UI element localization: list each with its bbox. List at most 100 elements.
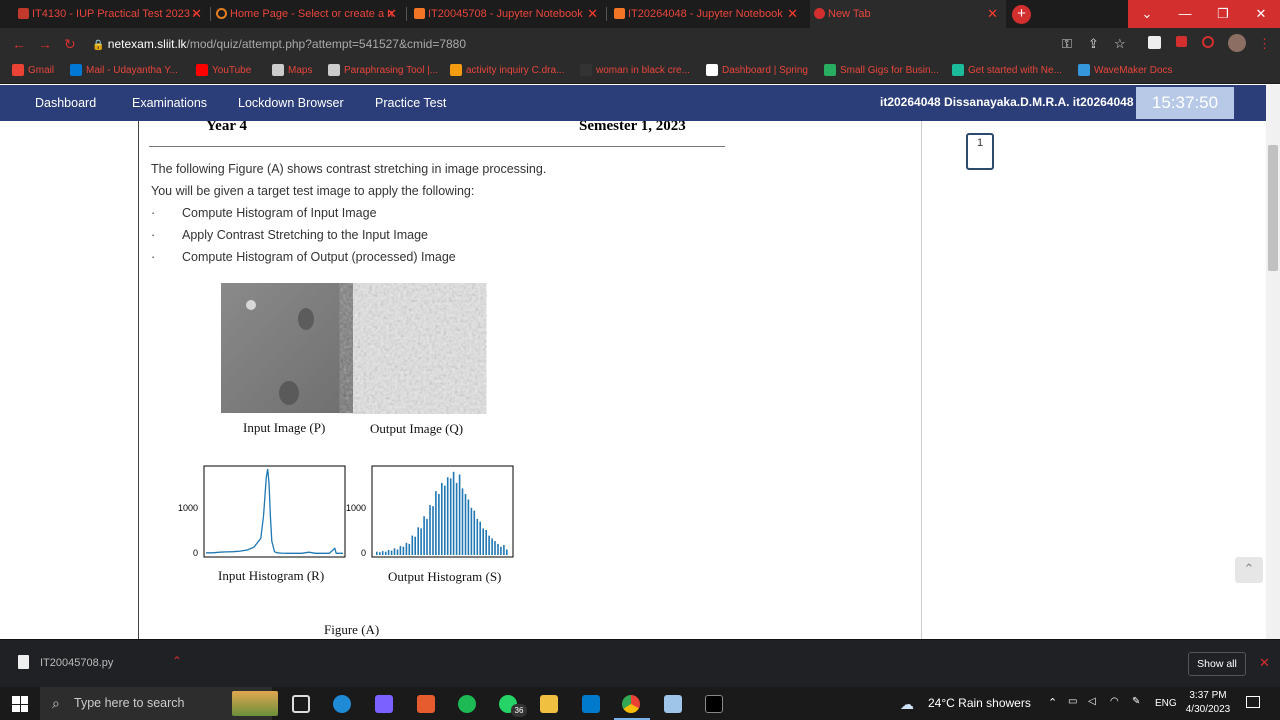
semester-header: Semester 1, 2023 bbox=[579, 121, 686, 134]
app-icon[interactable] bbox=[375, 695, 393, 713]
profile-avatar[interactable] bbox=[1228, 34, 1246, 52]
nav-lockdown-browser[interactable]: Lockdown Browser bbox=[238, 85, 344, 121]
output-histogram-bar bbox=[438, 494, 440, 555]
user-name[interactable]: it20264048 Dissanayaka.D.M.R.A. it202640… bbox=[880, 85, 1134, 121]
chrome-icon[interactable] bbox=[622, 695, 640, 713]
back-icon[interactable]: ← bbox=[12, 36, 26, 52]
download-filename[interactable]: IT20045708.py bbox=[40, 657, 113, 669]
list-item: · Apply Contrast Stretching to the Input … bbox=[151, 228, 428, 242]
bookmark-gmail[interactable]: Gmail bbox=[12, 64, 54, 76]
figma-icon[interactable] bbox=[417, 695, 435, 713]
speaker-icon[interactable]: ◁ bbox=[1088, 696, 1096, 707]
url-field[interactable]: 🔒 netexam.sliit.lk/mod/quiz/attempt.php?… bbox=[92, 33, 1052, 55]
scroll-top-button[interactable]: ⌃ bbox=[1235, 557, 1263, 583]
gmail-icon bbox=[12, 64, 24, 76]
bookmark-wavemaker[interactable]: WaveMaker Docs bbox=[1078, 64, 1173, 76]
output-histogram-bar bbox=[488, 535, 490, 555]
notepad-icon[interactable] bbox=[664, 695, 682, 713]
output-histogram-bar bbox=[426, 518, 428, 555]
forward-icon[interactable]: → bbox=[38, 36, 52, 52]
reload-icon[interactable]: ↻ bbox=[64, 36, 76, 53]
close-tab-icon[interactable]: ✕ bbox=[787, 6, 798, 22]
output-histogram-bar bbox=[491, 538, 493, 555]
bookmark-youtube[interactable]: YouTube bbox=[196, 64, 251, 76]
battery-icon[interactable]: ▭ bbox=[1068, 696, 1077, 707]
close-tab-icon[interactable]: ✕ bbox=[587, 6, 598, 22]
key-icon[interactable]: ⚿ bbox=[1062, 36, 1072, 52]
quill-icon bbox=[328, 64, 340, 76]
clock-time: 3:37 PM bbox=[1189, 690, 1227, 701]
bookmark-gigs[interactable]: Small Gigs for Busin... bbox=[824, 64, 939, 76]
nav-examinations[interactable]: Examinations bbox=[132, 85, 207, 121]
menu-icon[interactable]: ⋮ bbox=[1258, 36, 1271, 52]
pen-icon[interactable]: ✎ bbox=[1132, 696, 1140, 707]
extension-icon[interactable] bbox=[1176, 36, 1187, 47]
output-histogram-bar bbox=[470, 507, 473, 555]
bookmark-get-started[interactable]: Get started with Ne... bbox=[952, 64, 1062, 76]
chevron-up-icon[interactable]: ⌃ bbox=[172, 654, 182, 668]
wifi-icon[interactable]: ◠ bbox=[1110, 696, 1119, 707]
quiz-timer: 15:37:50 bbox=[1136, 87, 1234, 119]
close-tab-icon[interactable]: ✕ bbox=[386, 6, 397, 22]
terminal-icon[interactable] bbox=[705, 695, 723, 713]
file-explorer-icon[interactable] bbox=[540, 695, 558, 713]
edge-icon[interactable] bbox=[333, 695, 351, 713]
scrollbar-thumb[interactable] bbox=[1268, 145, 1278, 271]
bookmark-spring[interactable]: Dashboard | Spring bbox=[706, 64, 808, 76]
bookmark-mail[interactable]: Mail - Udayantha Y... bbox=[70, 64, 178, 76]
tab-separator bbox=[210, 7, 211, 21]
tab-home-page[interactable]: Home Page - Select or create a n ✕ bbox=[212, 0, 405, 28]
tab-new-tab[interactable]: New Tab ✕ bbox=[810, 0, 1006, 28]
output-histogram-bar bbox=[503, 545, 505, 555]
spotify-icon[interactable] bbox=[458, 695, 476, 713]
bookmark-star-icon[interactable]: ☆ bbox=[1114, 36, 1126, 52]
minimize-icon[interactable]: — bbox=[1166, 0, 1204, 28]
maximize-icon[interactable]: ❐ bbox=[1204, 0, 1242, 28]
close-icon[interactable]: ✕ bbox=[1259, 655, 1270, 671]
share-icon[interactable]: ⇪ bbox=[1088, 36, 1099, 52]
taskbar-clock[interactable]: 3:37 PM 4/30/2023 bbox=[1182, 689, 1234, 717]
language-indicator[interactable]: ENG bbox=[1155, 687, 1177, 720]
windows-start-icon[interactable] bbox=[12, 696, 28, 712]
nav-dashboard[interactable]: Dashboard bbox=[35, 85, 96, 121]
search-icon: ⌕ bbox=[52, 695, 60, 711]
tab-search-icon[interactable]: ⌄ bbox=[1128, 0, 1166, 28]
extension-icon[interactable] bbox=[1148, 36, 1161, 49]
chevron-up-icon[interactable]: ⌃ bbox=[1048, 696, 1057, 709]
weather-status[interactable]: 24°C Rain showers bbox=[928, 687, 1031, 720]
caption-input-histogram: Input Histogram (R) bbox=[218, 568, 325, 583]
vscode-icon[interactable] bbox=[582, 695, 600, 713]
bookmark-paraphrasing[interactable]: Paraphrasing Tool |... bbox=[328, 64, 438, 76]
list-item: · Compute Histogram of Output (processed)… bbox=[151, 250, 456, 264]
output-histogram-bar bbox=[467, 499, 470, 555]
bookmark-activity[interactable]: activity inquiry C.dra... bbox=[450, 64, 564, 76]
close-tab-icon[interactable]: ✕ bbox=[191, 6, 202, 22]
output-histogram-bar bbox=[417, 527, 419, 555]
tab-separator bbox=[406, 7, 407, 21]
output-histogram-bar bbox=[384, 551, 387, 555]
output-histogram-bar bbox=[485, 530, 487, 555]
news-widget-icon[interactable] bbox=[232, 691, 278, 716]
show-all-button[interactable]: Show all bbox=[1188, 652, 1246, 676]
list-item: · Compute Histogram of Input Image bbox=[151, 206, 377, 220]
close-window-icon[interactable]: ✕ bbox=[1242, 0, 1280, 28]
tab-jupyter-1[interactable]: IT20045708 - Jupyter Notebook ✕ bbox=[410, 0, 606, 28]
extension-icon[interactable] bbox=[1202, 36, 1214, 48]
bookmark-woman[interactable]: woman in black cre... bbox=[580, 64, 690, 76]
tab-jupyter-2[interactable]: IT20264048 - Jupyter Notebook ✕ bbox=[610, 0, 806, 28]
tab-iup-practical[interactable]: IT4130 - IUP Practical Test 2023 - ✕ bbox=[14, 0, 210, 28]
moodle-tab-icon bbox=[18, 8, 29, 19]
activity-icon bbox=[450, 64, 462, 76]
nav-practice-test[interactable]: Practice Test bbox=[375, 85, 446, 121]
header-rule bbox=[149, 146, 725, 147]
notifications-icon[interactable] bbox=[1246, 696, 1260, 708]
lock-icon: 🔒 bbox=[92, 40, 105, 51]
close-tab-icon[interactable]: ✕ bbox=[987, 6, 998, 22]
quiz-nav-question-1[interactable]: 1 bbox=[966, 133, 994, 170]
new-tab-button[interactable]: + bbox=[1012, 5, 1031, 24]
outlook-icon bbox=[70, 64, 82, 76]
bookmark-maps[interactable]: Maps bbox=[272, 64, 312, 76]
downloads-bar: IT20045708.py ⌃ Show all ✕ bbox=[0, 639, 1280, 687]
task-view-icon[interactable] bbox=[292, 695, 310, 713]
output-histogram-bar bbox=[506, 549, 508, 555]
